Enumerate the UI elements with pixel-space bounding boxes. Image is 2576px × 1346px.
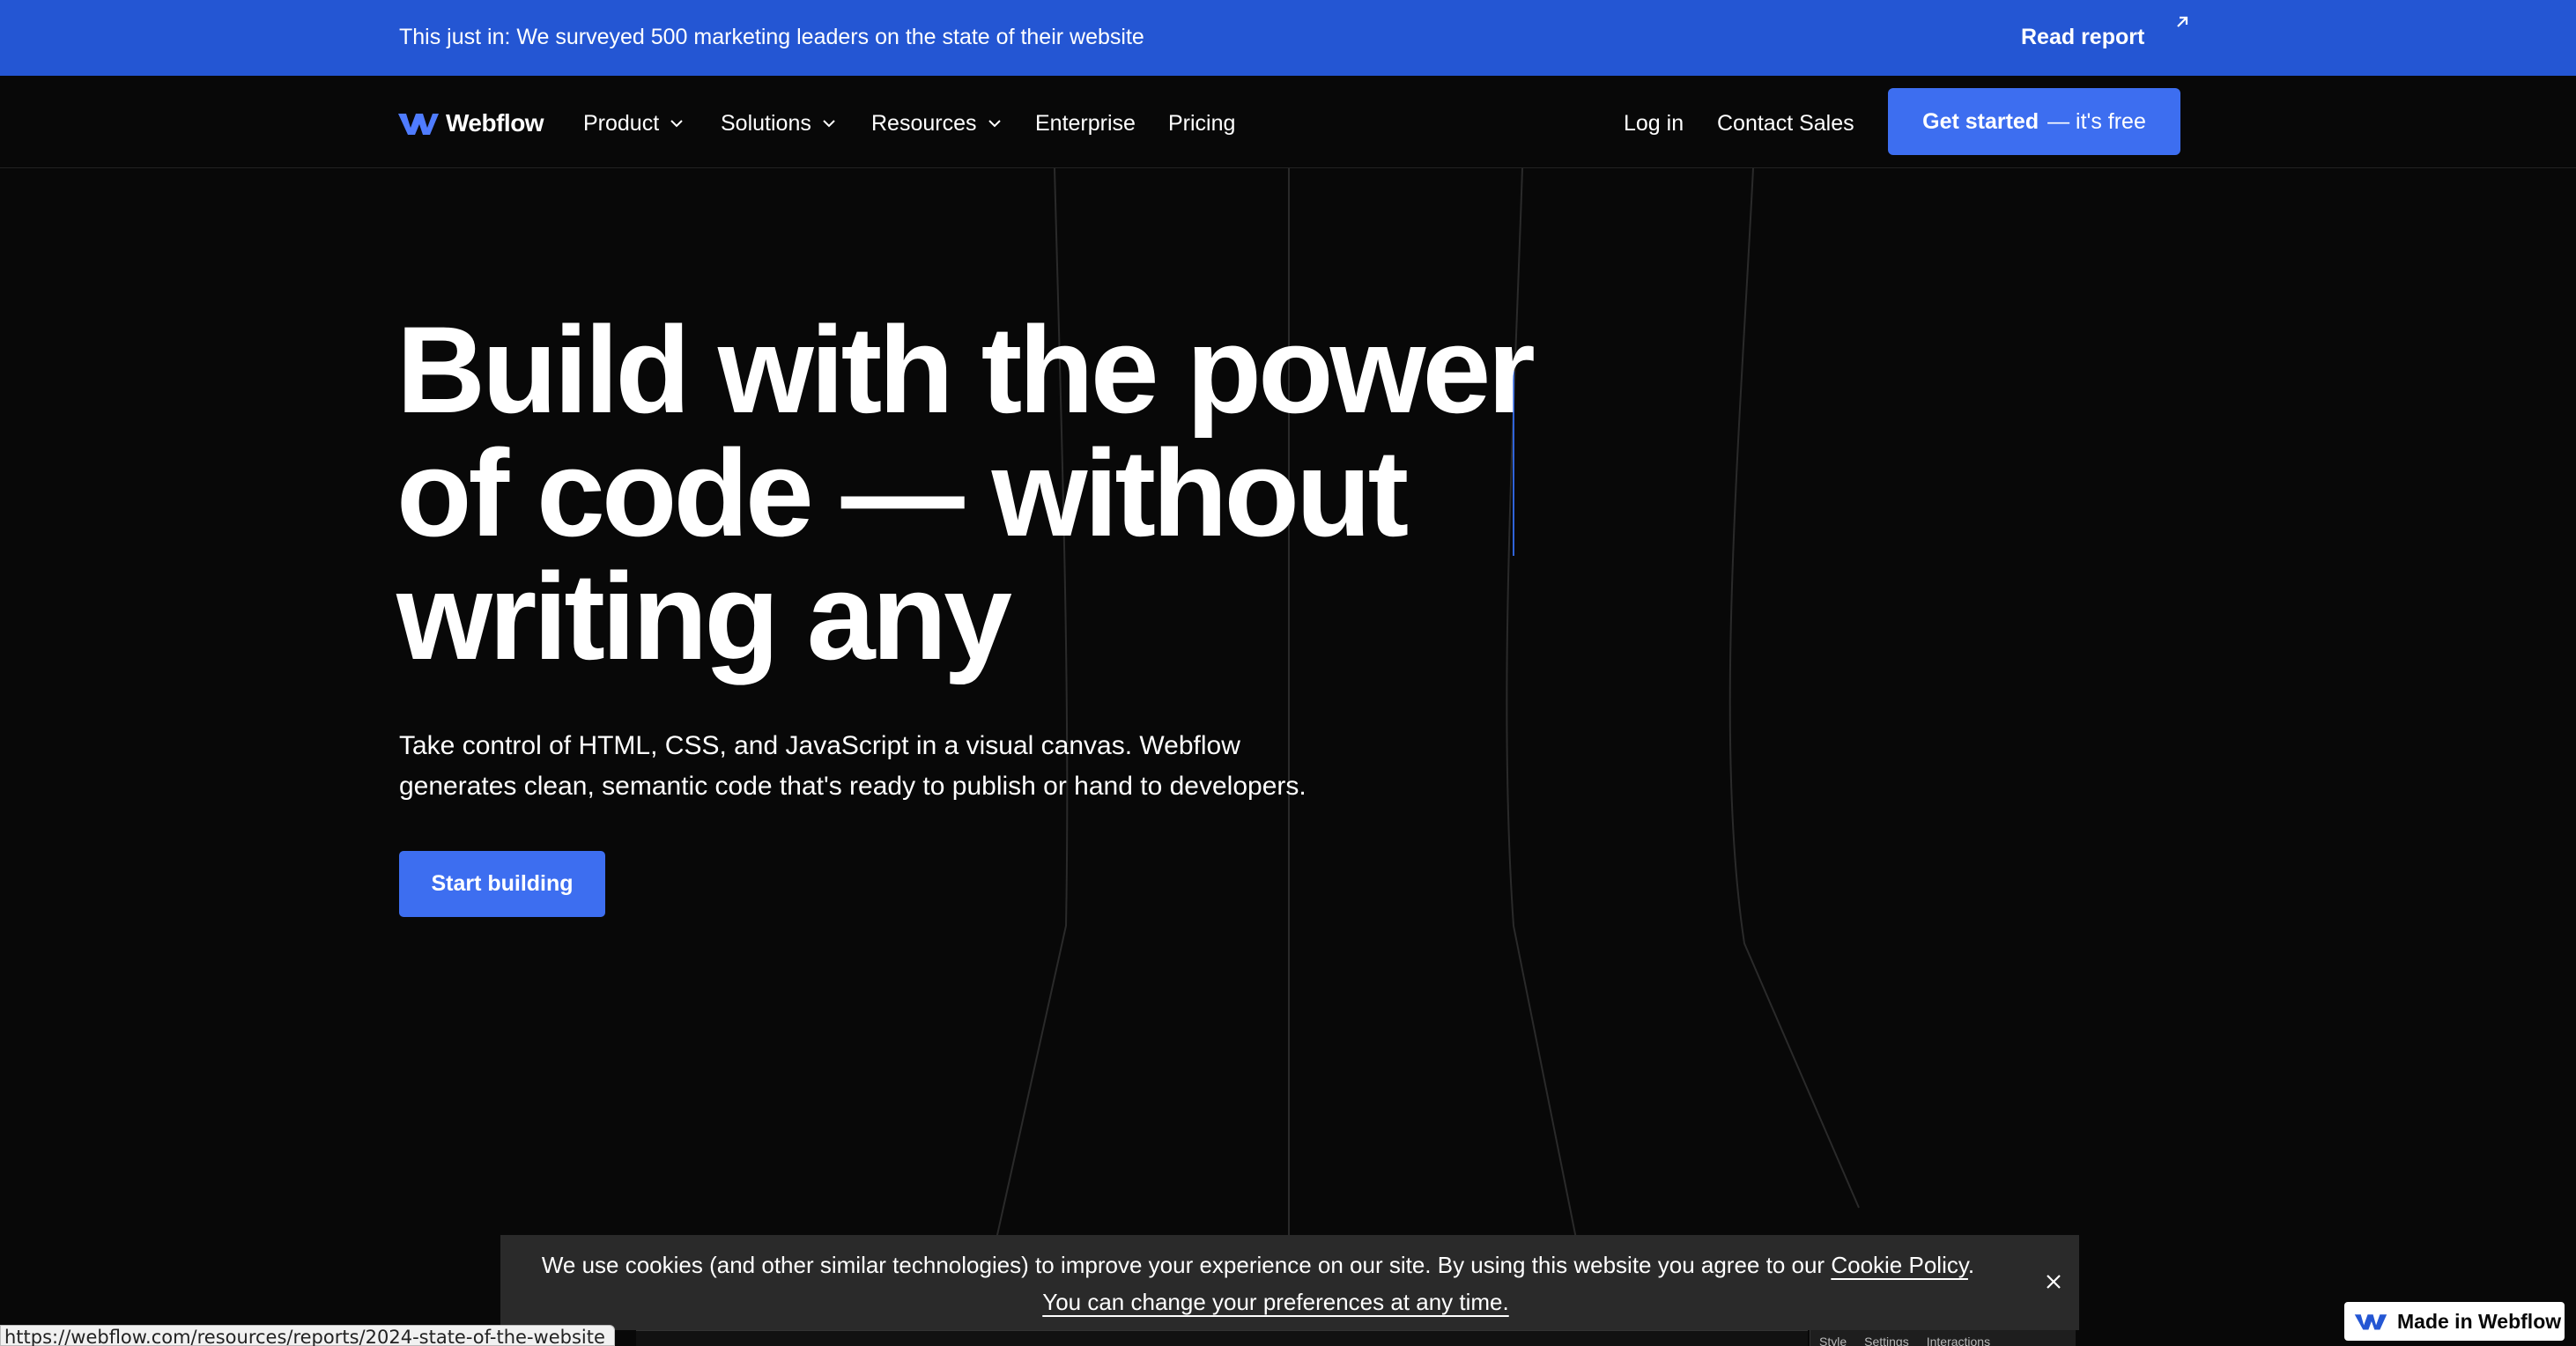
hero-subtitle: Take control of HTML, CSS, and JavaScrip… (399, 726, 1386, 807)
announcement-banner: This just in: We surveyed 500 marketing … (0, 0, 2576, 76)
hero-subtitle-line-2: generates clean, semantic code that's re… (399, 772, 1307, 801)
chevron-down-icon (670, 120, 683, 128)
cookie-text: We use cookies (and other similar techno… (500, 1247, 2016, 1283)
login-link[interactable]: Log in (1624, 109, 1684, 137)
preview-tab-settings: Settings (1864, 1335, 1909, 1346)
logo-text: Webflow (446, 109, 544, 137)
hero-title-line-1: Build with the power (396, 300, 1536, 439)
nav-solutions-label: Solutions (721, 111, 811, 136)
status-bar-url: https://webflow.com/resources/reports/20… (0, 1325, 615, 1346)
cta-strong-label: Get started (1922, 108, 2039, 134)
nav-resources[interactable]: Resources (871, 109, 1002, 137)
webflow-logo[interactable]: Webflow (398, 109, 544, 137)
cookie-banner: We use cookies (and other similar techno… (500, 1235, 2079, 1330)
nav-product-label: Product (583, 111, 660, 136)
product-preview-panel: Style Settings Interactions (1810, 1330, 2076, 1346)
hero-subtitle-line-1: Take control of HTML, CSS, and JavaScrip… (399, 731, 1240, 760)
nav-pricing[interactable]: Pricing (1168, 109, 1235, 137)
webflow-logo-icon (2353, 1310, 2388, 1333)
start-building-button[interactable]: Start building (399, 851, 605, 917)
close-icon[interactable] (2044, 1272, 2063, 1291)
main-navigation (0, 76, 2576, 168)
cta-light-label: — it's free (2047, 108, 2146, 134)
nav-enterprise[interactable]: Enterprise (1035, 109, 1136, 137)
nav-product[interactable]: Product (583, 109, 684, 137)
cookie-text-before: We use cookies (and other similar techno… (541, 1252, 1832, 1278)
banner-text: This just in: We surveyed 500 marketing … (399, 25, 1144, 49)
hero-title-line-2: of code — without (396, 424, 1409, 562)
nav-resources-label: Resources (871, 111, 977, 136)
hero-title: Build with the power of code — without w… (396, 308, 1542, 678)
badge-label: Made in Webflow (2397, 1309, 2562, 1333)
made-in-webflow-badge[interactable]: Made in Webflow (2344, 1302, 2565, 1341)
cookie-policy-link[interactable]: Cookie Policy (1831, 1252, 1968, 1278)
chevron-down-icon (823, 120, 835, 128)
product-preview-canvas (636, 1330, 1808, 1346)
arrow-up-right-icon[interactable] (2173, 12, 2192, 32)
preview-tab-style: Style (1819, 1335, 1847, 1346)
cookie-preferences-link[interactable]: You can change your preferences at any t… (1042, 1289, 1508, 1315)
hero-title-line-3: writing any (396, 547, 1012, 685)
read-report-link[interactable]: Read report (2021, 23, 2144, 51)
contact-sales-link[interactable]: Contact Sales (1717, 109, 1854, 137)
get-started-button[interactable]: Get started — it's free (1888, 88, 2180, 155)
preview-tab-interactions: Interactions (1926, 1335, 1991, 1346)
nav-solutions[interactable]: Solutions (721, 109, 836, 137)
cookie-preferences-row: You can change your preferences at any t… (500, 1284, 2051, 1320)
cookie-text-after: . (1967, 1252, 1975, 1278)
webflow-logo-icon (398, 114, 439, 135)
chevron-down-icon (988, 120, 1001, 128)
